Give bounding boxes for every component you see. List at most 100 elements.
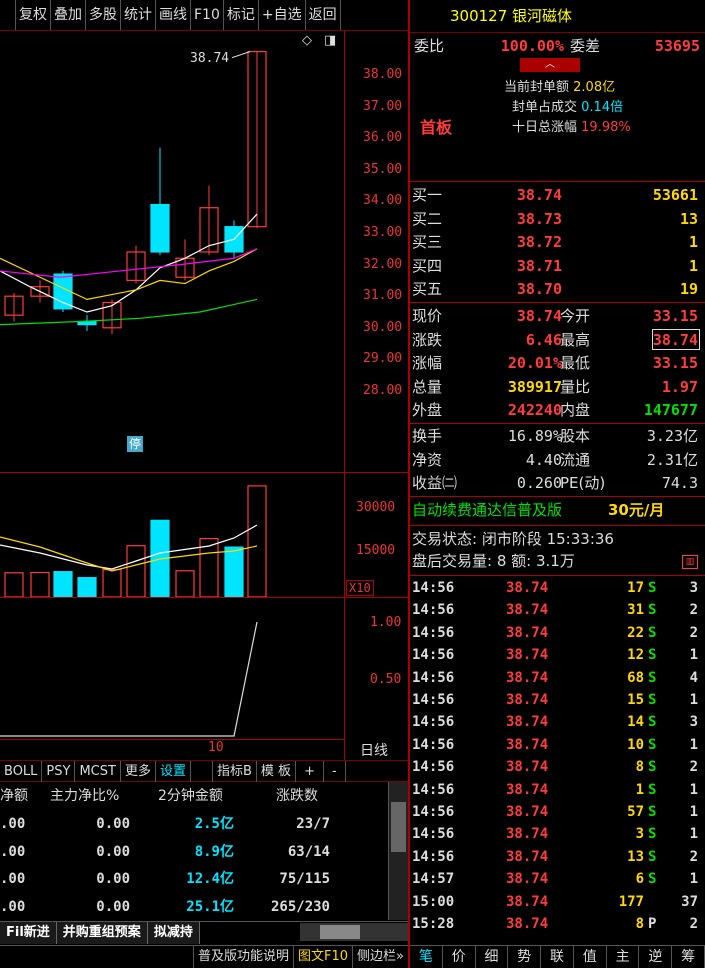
status-help[interactable]: 普及版功能说明 [192,946,293,968]
tick-row: 15:00 38.74 177 37 [410,891,705,913]
bid-row[interactable]: 买五 38.70 19 [410,278,705,301]
col-2min-amount: 2分钟金额 [158,788,223,804]
fund-net: .00 [0,816,26,832]
tick-volume: 68 [627,669,644,686]
tick-volume: 14 [627,714,644,731]
bid-row[interactable]: 买一 38.74 53661 [410,184,705,207]
tick-direction: S [648,871,657,888]
status-f10[interactable]: 图文F10 [293,946,352,968]
fund-ratio: 0.00 [96,871,130,887]
tick-time: 14:56 [412,669,455,686]
tick-count: 1 [689,647,698,664]
fund-row[interactable]: .00 0.00 12.4亿 75/115 [0,865,388,893]
toolbar-add-watchlist-button[interactable]: +自选 [259,0,306,30]
indicator-chart[interactable] [0,598,344,738]
news-tab-reduce[interactable]: 拟减持 [147,922,200,944]
seal-value: 2.08亿 [573,80,616,95]
tick-volume: 13 [627,848,644,865]
toolbar-stats-button[interactable]: 统计 [121,0,156,30]
rtab-chips[interactable]: 筹 [672,946,705,968]
fund-table-scrollbar[interactable] [388,782,408,920]
tick-direction: P [648,916,657,932]
promo-text[interactable]: 自动续费通达信普及版 [412,499,562,522]
tick-price: 38.74 [506,916,549,932]
tick-time: 14:56 [412,692,455,708]
fund-net: .00 [0,843,26,860]
promo-row[interactable]: 自动续费通达信普及版 30元/月 [410,499,705,522]
tick-direction: S [648,848,657,865]
news-tab-merger[interactable]: 并购重组预案 [56,922,148,944]
tick-volume: 31 [627,602,644,619]
tick-direction: S [648,692,657,708]
tab-minus-button[interactable]: - [324,761,346,782]
tick-volume: 1 [635,781,644,798]
toolbar-multi-stock-button[interactable]: 多股 [86,0,121,30]
collapse-arrow-icon[interactable]: ︿ [520,58,580,72]
high-price-label: 38.74 [190,51,230,66]
fund-rise-fall: 63/14 [287,843,330,860]
chart-icon[interactable]: ▥ [682,555,698,569]
news-tab-new[interactable]: Fil新进 [0,922,57,944]
fin-label-2: 股本 [560,427,591,445]
rtab-value[interactable]: 值 [574,946,607,968]
tick-time: 14:56 [412,804,455,820]
bid-label: 买三 [412,233,443,252]
promo-price[interactable]: 30元/月 [608,499,664,522]
rtab-reverse[interactable]: 逆 [639,946,673,968]
tab-plus-button[interactable]: + [296,761,324,782]
news-scroll-thumb[interactable] [320,925,360,939]
board-tag: 首板 [420,118,453,137]
bid-row[interactable]: 买二 38.73 13 [410,208,705,231]
scroll-thumb[interactable] [391,802,406,852]
tab-mcst[interactable]: MCST [75,761,121,782]
toolbar-f10-button[interactable]: F10 [191,0,224,30]
volume-chart[interactable] [0,473,344,597]
tab-boll[interactable]: BOLL [0,761,43,782]
fin-label: 收益㈡ [412,474,458,493]
tab-more[interactable]: 更多 [121,761,156,782]
tick-count: 2 [689,848,698,865]
volume-bar [53,571,73,597]
bid-label: 买五 [412,280,443,299]
candlestick-chart[interactable] [0,31,344,471]
fund-row[interactable]: .00 0.00 8.9亿 63/14 [0,838,388,866]
fund-ratio: 0.00 [96,816,130,832]
toolbar-restore-right-button[interactable]: 复权 [16,0,51,30]
period-label[interactable]: 日线 [360,740,388,760]
tick-price: 38.74 [506,848,549,865]
tick-count: 2 [689,624,698,641]
rtab-link[interactable]: 联 [541,946,574,968]
toolbar-overlay-button[interactable]: 叠加 [51,0,86,30]
stop-badge[interactable]: 停 [127,436,143,452]
tab-indicator-b[interactable]: 指标B [213,761,257,782]
rtab-trades[interactable]: 笔 [410,946,443,968]
tab-template[interactable]: 模 板 [257,761,297,782]
toolbar-back-button[interactable]: 返回 [306,0,341,30]
tick-time: 14:56 [412,848,455,865]
rtab-main[interactable]: 主 [607,946,640,968]
candle-body [150,203,170,253]
tick-time: 14:56 [412,714,455,731]
tab-psy[interactable]: PSY [42,761,76,782]
price-axis-label: 38.00 [363,67,403,82]
fin-label-2: PE(动) [560,474,606,493]
bid-row[interactable]: 买三 38.72 1 [410,231,705,254]
tick-direction: S [648,804,657,820]
toolbar-mark-button[interactable]: 标记 [224,0,259,30]
quote-label-2: 最低 [560,354,591,373]
toolbar-draw-line-button[interactable]: 画线 [156,0,191,30]
fund-net: .00 [0,898,26,915]
fund-row[interactable]: .00 0.00 2.5亿 23/7 [0,810,388,838]
col-main-ratio: 主力净比% [50,788,120,804]
rtab-trend[interactable]: 势 [508,946,542,968]
rtab-price[interactable]: 价 [443,946,476,968]
status-sidebar[interactable]: 侧边栏» [352,946,408,968]
tab-settings[interactable]: 设置 [156,761,191,782]
news-scrollbar[interactable] [300,923,408,941]
rtab-detail[interactable]: 细 [476,946,509,968]
quote-value: 38.74 [516,307,562,325]
bid-price: 38.71 [516,256,562,275]
bid-row[interactable]: 买四 38.71 1 [410,255,705,278]
tick-price: 38.74 [506,714,549,731]
fund-row[interactable]: .00 0.00 25.1亿 265/230 [0,893,388,921]
